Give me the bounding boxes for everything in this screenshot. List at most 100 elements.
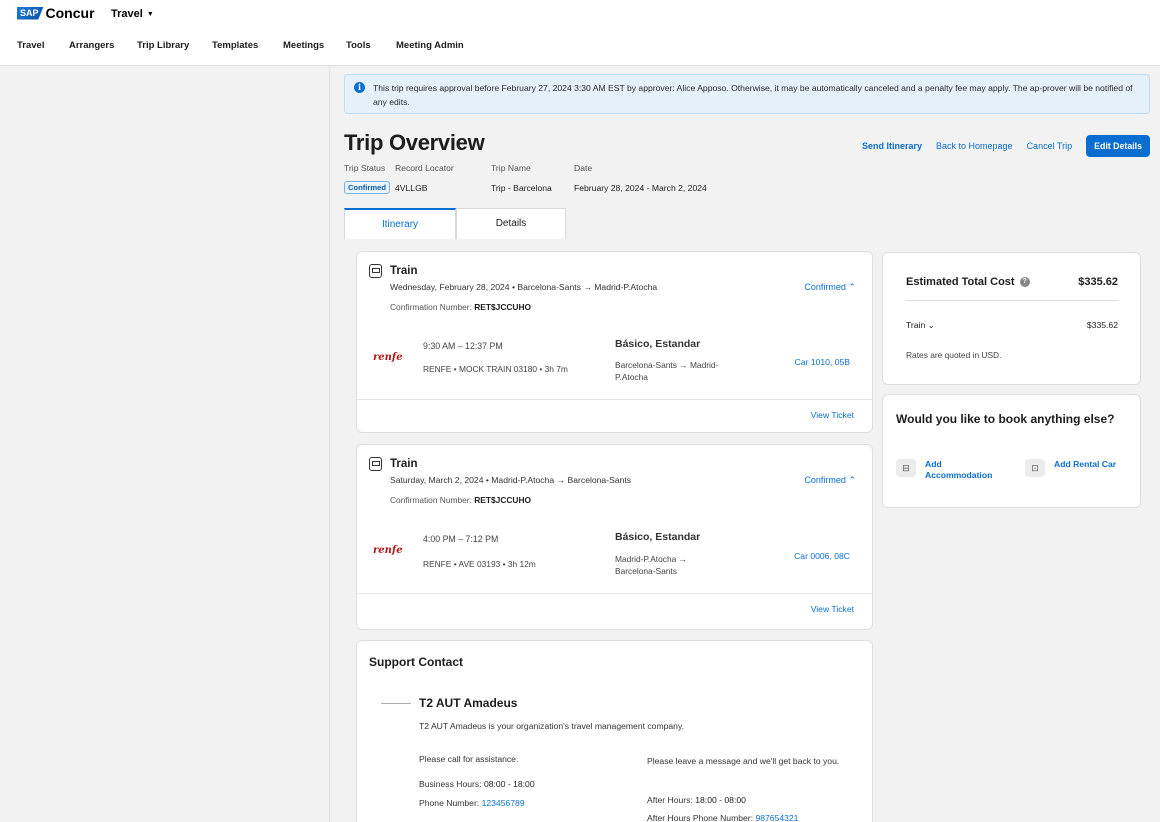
- trip-name-label: Trip Name: [491, 163, 531, 173]
- cost-title-text: Estimated Total Cost: [906, 276, 1015, 288]
- segment-time: 4:00 PM – 7:12 PM: [423, 534, 499, 544]
- sap-concur-logo[interactable]: SAP Concur: [17, 6, 95, 20]
- after-hours-phone-link[interactable]: 987654321: [755, 813, 798, 822]
- phone-number: Phone Number: 123456789: [419, 798, 525, 808]
- nav-item-templates[interactable]: Templates: [212, 40, 258, 51]
- chevron-up-icon: ⌃: [848, 282, 856, 292]
- renfe-logo: renfe: [373, 352, 403, 363]
- edit-details-button[interactable]: Edit Details: [1086, 135, 1150, 157]
- agency-logo-placeholder: [381, 703, 411, 704]
- cost-divider: [906, 300, 1118, 301]
- after-hours-phone-label: After Hours Phone Number:: [647, 813, 754, 822]
- segment-route: Barcelona-Sants → Madrid-P.Atocha: [615, 360, 719, 382]
- after-hours: After Hours: 18:00 - 08:00: [647, 795, 746, 805]
- card-divider: [357, 593, 872, 594]
- nav-item-meetings[interactable]: Meetings: [283, 40, 324, 51]
- confirmation-number: Confirmation Number: RET$JCCUHO: [390, 302, 531, 312]
- left-pane: [0, 66, 330, 822]
- nav-item-travel[interactable]: Travel: [17, 40, 44, 51]
- segment-time: 9:30 AM – 12:37 PM: [423, 341, 503, 351]
- confirmation-value: RET$JCCUHO: [474, 302, 532, 312]
- segment-type: Train: [390, 458, 418, 470]
- record-locator-label: Record Locator: [395, 163, 454, 173]
- nav-item-arrangers[interactable]: Arrangers: [69, 40, 114, 51]
- app-switcher-dropdown[interactable]: Travel ▼: [111, 8, 154, 20]
- segment-fare: Básico, Estandar: [615, 338, 701, 350]
- info-icon: i: [354, 82, 365, 93]
- segment-operator: RENFE • MOCK TRAIN 03180 • 3h 7m: [423, 364, 568, 374]
- business-hours: Business Hours: 08:00 - 18:00: [419, 779, 535, 789]
- trip-name-value: Trip - Barcelona: [491, 183, 552, 193]
- trip-status-badge: Confirmed: [344, 181, 390, 194]
- chevron-down-icon: ⌄: [927, 320, 935, 330]
- chevron-up-icon: ⌃: [848, 475, 856, 485]
- approval-alert: i This trip requires approval before Feb…: [344, 74, 1150, 114]
- top-header: SAP Concur Travel ▼ Travel Arrangers Tri…: [0, 0, 1160, 66]
- train-segment-card: Train Wednesday, February 28, 2024 • Bar…: [356, 251, 873, 433]
- confirmation-number: Confirmation Number: RET$JCCUHO: [390, 495, 531, 505]
- date-label: Date: [574, 163, 593, 173]
- phone-label: Phone Number:: [419, 798, 480, 808]
- cost-note: Rates are quoted in USD.: [906, 350, 1002, 360]
- cost-title: Estimated Total Cost ?: [906, 276, 1030, 288]
- cost-line-label: Train: [906, 320, 926, 330]
- call-text: Please call for assistance.: [419, 754, 519, 764]
- segment-summary: Saturday, March 2, 2024 • Madrid-P.Atoch…: [390, 475, 632, 485]
- segment-summary: Wednesday, February 28, 2024 • Barcelona…: [390, 282, 658, 292]
- agency-name: T2 AUT Amadeus: [419, 696, 518, 710]
- chevron-down-icon: ▼: [146, 10, 154, 18]
- record-locator-value: 4VLLGB: [395, 183, 428, 193]
- cost-line-toggle[interactable]: Train ⌄: [906, 320, 935, 331]
- support-title: Support Contact: [369, 655, 463, 669]
- concur-wordmark: Concur: [45, 5, 95, 21]
- confirmation-label: Confirmation Number:: [390, 302, 472, 312]
- add-accommodation-button[interactable]: ⊟ Add Accommodation: [896, 459, 1010, 481]
- phone-link[interactable]: 123456789: [482, 798, 525, 808]
- train-icon: [369, 264, 382, 278]
- book-more-title: Would you like to book anything else?: [896, 412, 1115, 426]
- back-to-homepage-link[interactable]: Back to Homepage: [936, 141, 1013, 151]
- segment-status-toggle[interactable]: Confirmed ⌃: [804, 475, 856, 486]
- segment-fare: Básico, Estandar: [615, 531, 701, 543]
- business-hours-value: 08:00 - 18:00: [483, 779, 535, 789]
- train-icon: [369, 457, 382, 471]
- tab-details[interactable]: Details: [456, 208, 566, 239]
- nav-item-meeting-admin[interactable]: Meeting Admin: [396, 40, 464, 51]
- car-icon: ⊡: [1025, 459, 1045, 477]
- after-hours-label: After Hours:: [647, 795, 693, 805]
- segment-status-toggle[interactable]: Confirmed ⌃: [804, 282, 856, 293]
- train-segment-card: Train Saturday, March 2, 2024 • Madrid-P…: [356, 444, 873, 630]
- trip-actions: Send Itinerary Back to Homepage Cancel T…: [862, 135, 1150, 157]
- help-icon[interactable]: ?: [1019, 277, 1030, 288]
- add-rental-car-label: Add Rental Car: [1054, 459, 1117, 469]
- add-rental-car-button[interactable]: ⊡ Add Rental Car: [1025, 459, 1116, 477]
- add-accommodation-label: Add Accommodation: [925, 459, 993, 480]
- view-ticket-link[interactable]: View Ticket: [811, 410, 854, 420]
- nav-item-trip-library[interactable]: Trip Library: [137, 40, 189, 51]
- renfe-logo: renfe: [373, 545, 403, 556]
- bed-icon: ⊟: [896, 459, 916, 477]
- seat-assignment-link[interactable]: Car 1010, 05B: [795, 357, 850, 367]
- support-contact-card: Support Contact T2 AUT Amadeus T2 AUT Am…: [356, 640, 873, 822]
- view-ticket-link[interactable]: View Ticket: [811, 604, 854, 614]
- status-badge: Confirmed: [344, 181, 390, 194]
- cost-line-value: $335.62: [1086, 320, 1118, 330]
- seat-assignment-link[interactable]: Car 0006, 08C: [794, 551, 850, 561]
- business-hours-label: Business Hours:: [419, 779, 482, 789]
- send-itinerary-link[interactable]: Send Itinerary: [862, 141, 922, 151]
- message-text: Please leave a message and we'll get bac…: [647, 756, 840, 766]
- alert-text: This trip requires approval before Febru…: [373, 83, 1133, 107]
- confirmation-label: Confirmation Number:: [390, 495, 472, 505]
- segment-status-label: Confirmed: [804, 282, 846, 292]
- segment-status-label: Confirmed: [804, 475, 846, 485]
- nav-item-tools[interactable]: Tools: [346, 40, 371, 51]
- page-title: Trip Overview: [344, 130, 485, 155]
- estimated-cost-card: Estimated Total Cost ? $335.62 Train ⌄ $…: [882, 252, 1141, 385]
- app-switcher-label: Travel: [111, 8, 143, 20]
- confirmation-value: RET$JCCUHO: [474, 495, 532, 505]
- cancel-trip-link[interactable]: Cancel Trip: [1027, 141, 1073, 151]
- sap-logo-mark: SAP: [17, 6, 44, 20]
- after-hours-value: 18:00 - 08:00: [695, 795, 746, 805]
- tab-itinerary[interactable]: Itinerary: [344, 208, 456, 239]
- trip-status-label: Trip Status: [344, 163, 386, 173]
